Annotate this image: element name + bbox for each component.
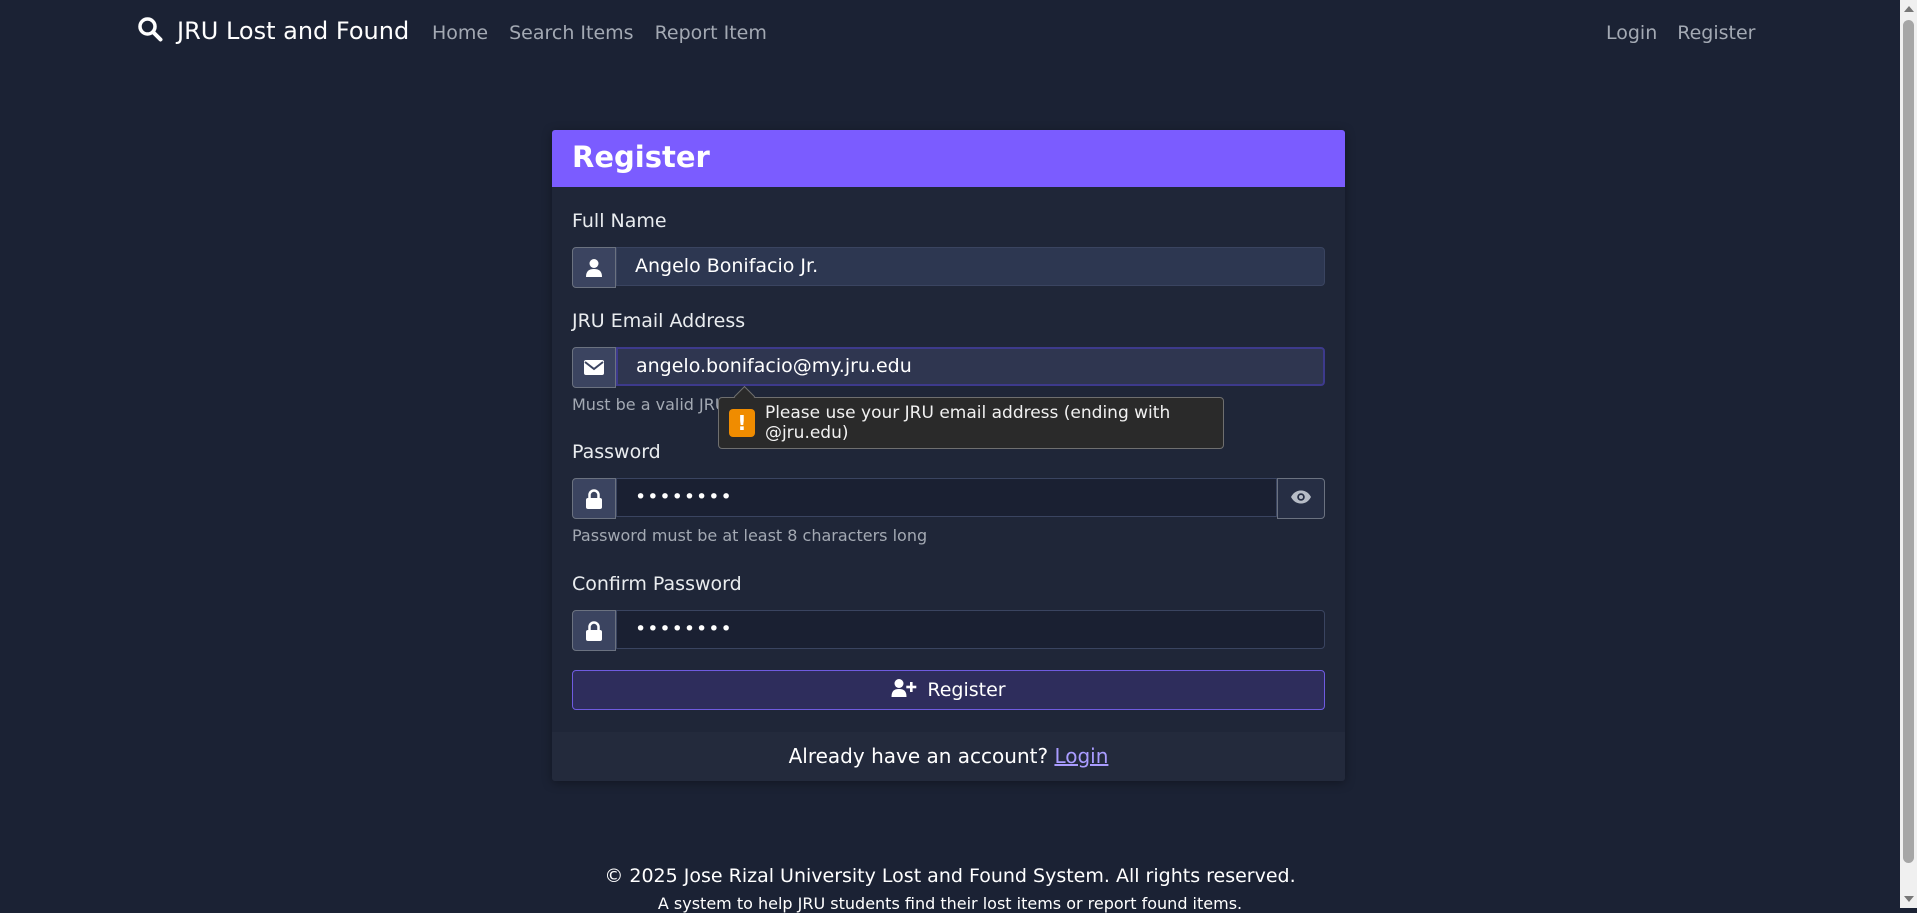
brand-link[interactable]: JRU Lost and Found <box>137 16 409 46</box>
email-label: JRU Email Address <box>572 310 746 332</box>
nav-login-link[interactable]: Login <box>1606 22 1657 44</box>
tooltip-message: Please use your JRU email address (endin… <box>764 403 1171 443</box>
footer-tagline: A system to help JRU students find their… <box>657 894 1243 913</box>
warning-icon: ! <box>729 409 755 437</box>
validation-tooltip: ! Please use your JRU email address (end… <box>718 385 1224 449</box>
card-footer: Already have an account? Login <box>552 732 1345 781</box>
scrollbar[interactable] <box>1900 0 1917 908</box>
full-name-input[interactable]: Angelo Bonifacio Jr. <box>616 247 1325 286</box>
lock-icon <box>572 478 616 519</box>
envelope-icon <box>572 347 616 388</box>
navbar: JRU Lost and Found Home Search Items Rep… <box>0 0 1900 68</box>
card-title: Register <box>572 140 710 174</box>
login-prompt: Already have an account? <box>788 744 1049 768</box>
confirm-password-label: Confirm Password <box>572 573 742 595</box>
password-label: Password <box>572 441 661 463</box>
password-input[interactable]: •••••••• <box>616 478 1277 517</box>
search-icon <box>137 16 163 46</box>
full-name-label: Full Name <box>572 210 667 232</box>
register-card: Register Full Name Angelo Bonifacio Jr. … <box>552 130 1345 781</box>
scroll-down-arrow[interactable] <box>1904 896 1914 902</box>
nav-home-link[interactable]: Home <box>432 22 488 44</box>
password-help-text: Password must be at least 8 characters l… <box>572 526 928 545</box>
nav-links: Home Search Items Report Item <box>432 22 788 44</box>
nav-register-link[interactable]: Register <box>1677 22 1755 44</box>
toggle-password-button[interactable] <box>1277 478 1325 519</box>
login-link[interactable]: Login <box>1054 744 1108 768</box>
brand-title: JRU Lost and Found <box>177 17 410 45</box>
footer-copyright: © 2025 Jose Rizal University Lost and Fo… <box>604 865 1296 887</box>
lock-icon <box>572 610 616 651</box>
register-button-label: Register <box>927 679 1006 701</box>
user-plus-icon <box>891 678 927 703</box>
password-group: •••••••• <box>572 478 1325 519</box>
scroll-up-arrow[interactable] <box>1904 6 1914 12</box>
user-icon <box>572 247 616 288</box>
full-name-group: Angelo Bonifacio Jr. <box>572 247 1325 288</box>
nav-report-item-link[interactable]: Report Item <box>655 22 767 44</box>
confirm-password-group: •••••••• <box>572 610 1325 651</box>
eye-icon <box>1290 489 1312 508</box>
confirm-password-input[interactable]: •••••••• <box>616 610 1325 649</box>
card-header: Register <box>552 130 1345 187</box>
email-input[interactable]: angelo.bonifacio@my.jru.edu <box>616 347 1325 386</box>
email-help-text: Must be a valid JRU <box>572 395 727 414</box>
scroll-thumb[interactable] <box>1903 20 1914 863</box>
register-button[interactable]: Register <box>572 670 1325 710</box>
email-group: angelo.bonifacio@my.jru.edu <box>572 347 1325 388</box>
nav-auth-links: Login Register <box>1606 22 1756 44</box>
nav-search-items-link[interactable]: Search Items <box>509 22 633 44</box>
